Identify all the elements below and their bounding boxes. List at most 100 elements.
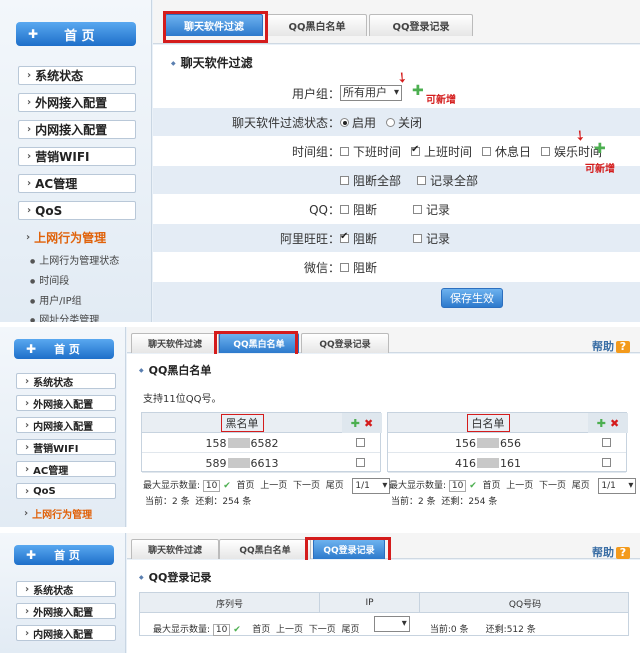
qq-block-checkbox[interactable]: 阻断 (340, 201, 377, 218)
confirm-icon[interactable]: ✔ (223, 481, 231, 491)
block-all-checkbox[interactable]: 阻断全部 (340, 172, 401, 189)
row-checkbox[interactable] (601, 437, 611, 447)
chevron-right-icon: › (25, 419, 30, 431)
max-display-input[interactable]: 10 (212, 624, 231, 636)
enable-radio[interactable]: 启用 (340, 114, 376, 131)
tab-qq-list[interactable]: QQ黑白名单 (267, 14, 367, 36)
whitelist-header: 白名单 ✚ ✖ (388, 413, 628, 433)
tab-qq-log[interactable]: QQ登录记录 (301, 333, 389, 353)
chevron-right-icon: › (27, 97, 32, 108)
time-fun-checkbox[interactable]: 娱乐时间 (541, 143, 602, 160)
help-icon: ? (616, 341, 630, 353)
wangwang-record-checkbox[interactable]: 记录 (413, 230, 450, 247)
row-time-group: 时间组： 下班时间 上班时间 休息日 娱乐时间 (153, 137, 640, 165)
prev-page-link[interactable]: 上一页 (260, 481, 287, 491)
tab-qq-list[interactable]: QQ黑白名单 (219, 539, 311, 559)
confirm-icon[interactable]: ✔ (469, 481, 477, 491)
nav-behavior[interactable]: › 上网行为管理 (18, 228, 136, 247)
nav-system-status[interactable]: › 系统状态 (18, 66, 136, 85)
chevron-right-icon: › (27, 70, 32, 81)
nav-system-status[interactable]: › 系统状态 (16, 373, 116, 389)
nav-behavior[interactable]: › 上网行为管理 (16, 505, 116, 521)
prev-page-link[interactable]: 上一页 (276, 625, 303, 635)
home-button[interactable]: ✚ 首 页 (16, 22, 136, 46)
nav-wan-config[interactable]: › 外网接入配置 (16, 395, 116, 411)
log-header: 序列号 IP QQ号码 (140, 593, 628, 613)
time-work-checkbox[interactable]: 上班时间 (411, 143, 472, 160)
sidebar: ✚ 首 页 › 系统状态 › 外网接入配置 › 内网接入配置 › 营销WIFI › AC管… (0, 327, 126, 527)
user-group-select[interactable]: 所有用户 (340, 85, 402, 101)
page-select[interactable] (373, 616, 410, 632)
wangwang-block-checkbox[interactable]: 阻断 (340, 230, 377, 247)
nav-lan-config[interactable]: › 内网接入配置 (16, 417, 116, 433)
home-button[interactable]: ✚ 首 页 (14, 339, 114, 359)
row-checkbox[interactable] (601, 457, 611, 467)
prev-page-link[interactable]: 上一页 (506, 481, 533, 491)
help-link[interactable]: 帮助? (592, 338, 630, 354)
nav-wan-config[interactable]: › 外网接入配置 (16, 603, 116, 619)
nav-wan-config[interactable]: › 外网接入配置 (18, 93, 136, 112)
next-page-link[interactable]: 下一页 (309, 625, 336, 635)
highlight-box (163, 11, 268, 43)
record-all-checkbox[interactable]: 记录全部 (417, 172, 478, 189)
last-page-link[interactable]: 尾页 (326, 481, 344, 491)
wechat-block-checkbox[interactable]: 阻断 (340, 259, 377, 276)
add-user-group-icon[interactable]: ✚ (412, 83, 424, 99)
first-page-link[interactable]: 首页 (237, 481, 255, 491)
row-checkbox[interactable] (355, 457, 365, 467)
next-page-link[interactable]: 下一页 (293, 481, 320, 491)
max-display-input[interactable]: 10 (202, 480, 221, 492)
page-select[interactable]: 1/1 (598, 478, 637, 494)
add-icon[interactable]: ✚ (597, 417, 606, 430)
add-icon[interactable]: ✚ (351, 417, 360, 430)
tab-qq-log[interactable]: QQ登录记录 (369, 14, 473, 36)
save-button[interactable]: 保存生效 (441, 288, 503, 308)
sub-time-period[interactable]: 时间段 (30, 272, 69, 287)
section-title: QQ登录记录 (139, 569, 212, 585)
time-rest-checkbox[interactable]: 休息日 (482, 143, 531, 160)
max-display-input[interactable]: 10 (448, 480, 467, 492)
nav-system-status[interactable]: › 系统状态 (16, 581, 116, 597)
wechat-label: 微信： (303, 260, 340, 275)
time-offwork-checkbox[interactable]: 下班时间 (340, 143, 401, 160)
nav-ac[interactable]: › AC管理 (18, 174, 136, 193)
nav-marketing-wifi[interactable]: › 营销WIFI (18, 147, 136, 166)
nav-lan-config[interactable]: › 内网接入配置 (18, 120, 136, 139)
delete-icon[interactable]: ✖ (364, 417, 373, 430)
nav-qos[interactable]: › QoS (18, 201, 136, 220)
status-label: 聊天软件过滤状态： (231, 115, 340, 130)
help-link[interactable]: 帮助? (592, 544, 630, 560)
qq-hint: 支持11位QQ号。 (143, 394, 222, 405)
first-page-link[interactable]: 首页 (252, 625, 270, 635)
nav-ac[interactable]: › AC管理 (16, 461, 116, 477)
sub-behavior-status[interactable]: 上网行为管理状态 (30, 252, 119, 267)
time-group-label: 时间组： (291, 144, 340, 159)
tab-chat-filter[interactable]: 聊天软件过滤 (131, 539, 219, 559)
delete-icon[interactable]: ✖ (610, 417, 619, 430)
panel-qq-list: ✚ 首 页 › 系统状态 › 外网接入配置 › 内网接入配置 › 营销WIFI › AC管… (0, 327, 640, 527)
add-time-group-icon[interactable]: ✚ (594, 141, 606, 157)
last-page-link[interactable]: 尾页 (342, 625, 360, 635)
last-page-link[interactable]: 尾页 (572, 481, 590, 491)
next-page-link[interactable]: 下一页 (539, 481, 566, 491)
wangwang-label: 阿里旺旺： (279, 231, 340, 246)
tab-chat-filter[interactable]: 聊天软件过滤 (131, 333, 219, 353)
sub-user-ip-group[interactable]: 用户/IP组 (30, 292, 81, 307)
nav-qos[interactable]: › QoS (16, 483, 116, 499)
col-ip: IP (320, 593, 420, 613)
home-plus-icon: ✚ (26, 548, 37, 562)
disable-radio[interactable]: 关闭 (386, 114, 422, 131)
qq-label: QQ： (309, 202, 340, 217)
sub-url-category[interactable]: 网址分类管理 (30, 311, 99, 322)
first-page-link[interactable]: 首页 (483, 481, 501, 491)
table-row: 156 656 (388, 433, 626, 453)
chevron-right-icon: › (27, 178, 32, 189)
qq-record-checkbox[interactable]: 记录 (413, 201, 450, 218)
row-checkbox[interactable] (355, 437, 365, 447)
confirm-icon[interactable]: ✔ (233, 625, 241, 635)
nav-marketing-wifi[interactable]: › 营销WIFI (16, 439, 116, 455)
col-qq: QQ号码 (508, 599, 542, 610)
page-select[interactable]: 1/1 (352, 478, 391, 494)
nav-lan-config[interactable]: › 内网接入配置 (16, 625, 116, 641)
home-button[interactable]: ✚ 首 页 (14, 545, 114, 565)
